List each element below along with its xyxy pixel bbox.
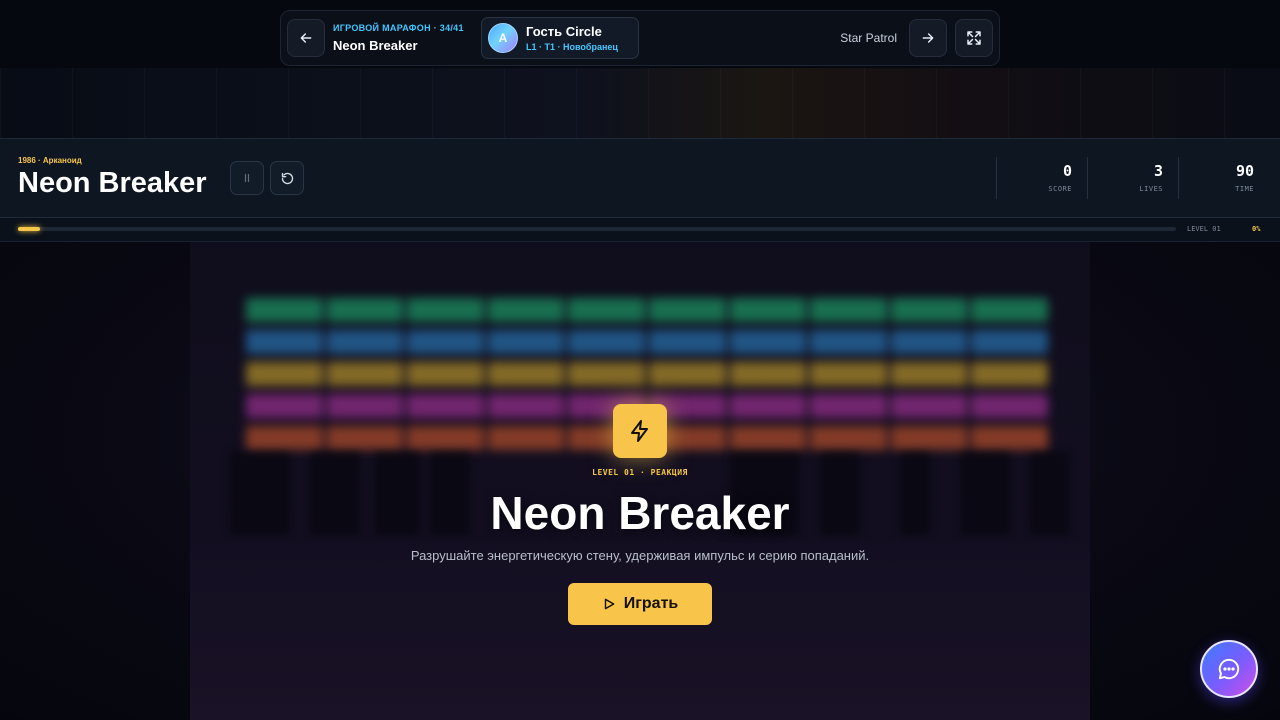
chat-icon — [1218, 658, 1240, 680]
lightning-icon — [631, 420, 648, 442]
restart-button[interactable] — [270, 161, 304, 195]
stat-score: 0 SCORE — [996, 157, 1086, 199]
level-label: LEVEL 01 — [1187, 225, 1221, 233]
avatar: A — [488, 23, 518, 53]
level-progress-track — [18, 227, 1176, 231]
arrow-right-icon — [922, 33, 934, 43]
fullscreen-icon — [967, 31, 981, 45]
arrow-left-icon — [300, 33, 312, 43]
back-button[interactable] — [287, 19, 325, 57]
next-game-name: Star Patrol — [840, 31, 897, 45]
level-progress-percent: 0% — [1252, 225, 1261, 233]
level-badge — [613, 404, 667, 458]
current-game-meta: ИГРОВОЙ МАРАФОН · 34/41 Neon Breaker — [333, 23, 475, 53]
pause-icon — [244, 173, 250, 183]
marathon-progress: ИГРОВОЙ МАРАФОН · 34/41 — [333, 23, 464, 33]
stat-time: 90 TIME — [1178, 157, 1268, 199]
score-label: SCORE — [1048, 185, 1072, 193]
current-game-name: Neon Breaker — [333, 38, 418, 53]
play-button[interactable]: Играть — [568, 583, 712, 625]
overlay-title: Neon Breaker — [490, 487, 790, 539]
pause-button[interactable] — [230, 161, 264, 195]
overlay-description: Разрушайте энергетическую стену, удержив… — [410, 548, 870, 563]
marathon-bar: ИГРОВОЙ МАРАФОН · 34/41 Neon Breaker A Г… — [280, 10, 1000, 66]
game-title: Neon Breaker — [18, 167, 207, 199]
chat-button[interactable] — [1200, 640, 1258, 698]
background-band — [0, 68, 1280, 140]
time-value: 90 — [1235, 162, 1254, 180]
start-overlay: LEVEL 01 · РЕАКЦИЯ Neon Breaker Разрушай… — [0, 242, 1280, 720]
fullscreen-button[interactable] — [955, 19, 993, 57]
score-value: 0 — [1062, 162, 1072, 180]
restart-icon — [281, 172, 293, 184]
play-button-label: Играть — [623, 595, 679, 612]
game-header: 1986 · Арканоид Neon Breaker 0 SCORE 3 L… — [0, 138, 1280, 218]
time-label: TIME — [1235, 185, 1254, 193]
game-eyebrow: 1986 · Арканоид — [18, 156, 82, 165]
lives-label: LIVES — [1139, 185, 1163, 193]
user-name: Гость Circle — [526, 24, 602, 39]
lives-value: 3 — [1153, 162, 1163, 180]
next-game-button[interactable] — [909, 19, 947, 57]
level-progress-row: LEVEL 01 0% — [0, 218, 1280, 242]
stat-lives: 3 LIVES — [1087, 157, 1177, 199]
level-progress-fill — [18, 227, 40, 231]
level-kicker: LEVEL 01 · РЕАКЦИЯ — [592, 468, 688, 477]
user-rank: L1 · T1 · Новобранец — [526, 42, 618, 52]
user-card[interactable]: A Гость Circle L1 · T1 · Новобранец — [481, 17, 639, 59]
play-icon — [604, 598, 615, 610]
